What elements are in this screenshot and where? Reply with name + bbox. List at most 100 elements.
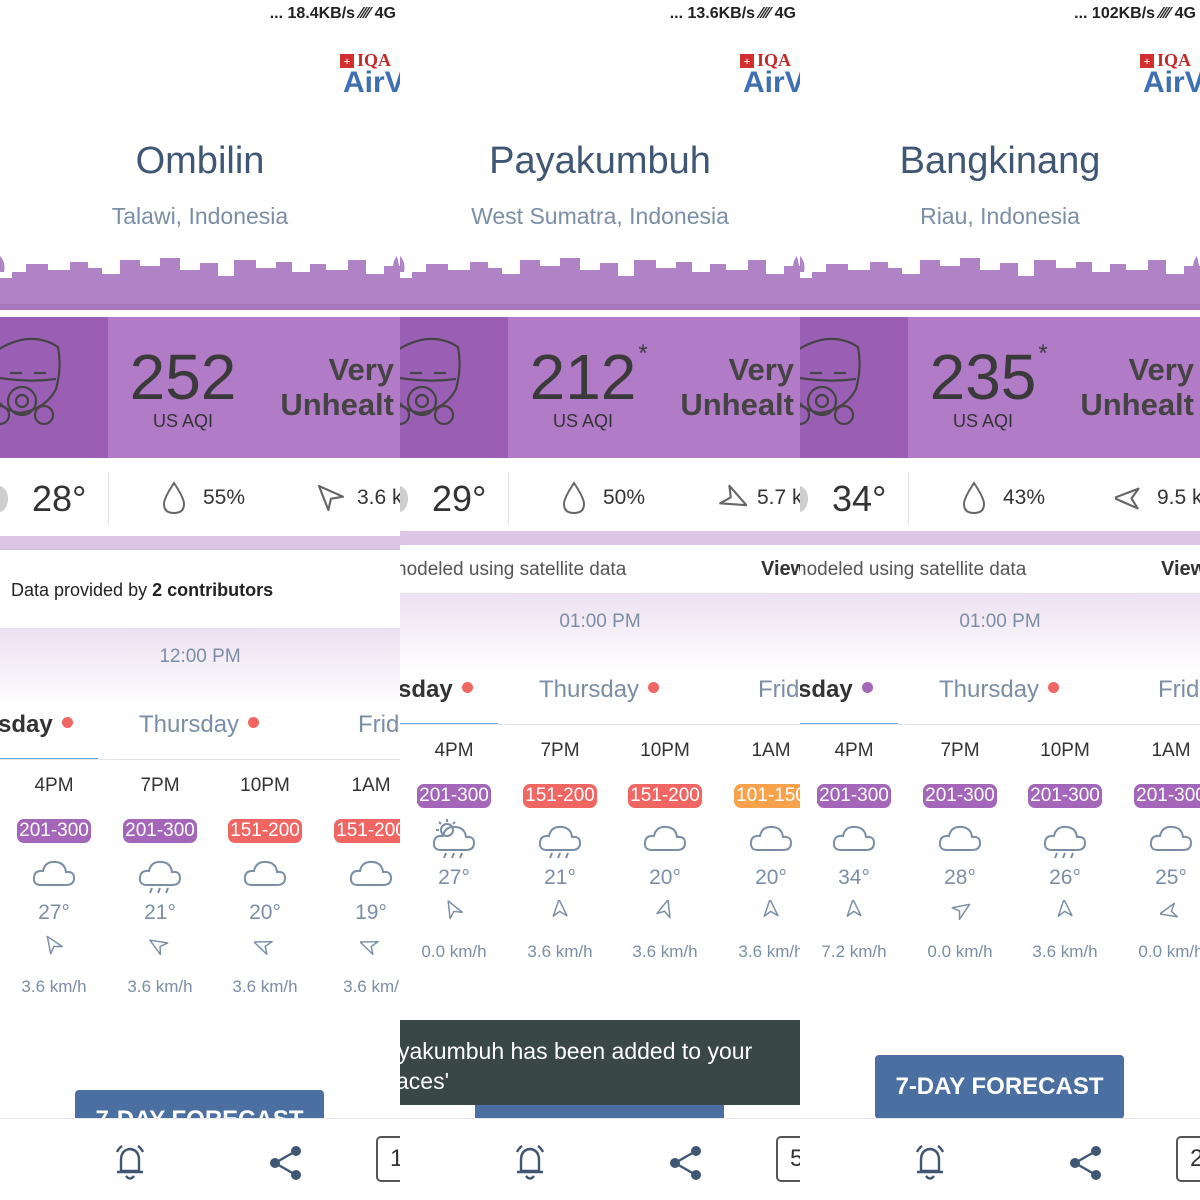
view-link[interactable]: View [1161,558,1200,581]
aqi-range-wrap: 201-300 [910,770,1010,808]
humidity-icon [560,480,588,521]
hour-temperature: 21° [144,901,176,924]
tabs-baseline [400,724,800,725]
day-tab[interactable]: Frid [358,711,399,739]
day-tab[interactable]: Thursday [939,676,1060,704]
hourly-forecast-item: 1AM 201-300 25° 0.0 km/h [1121,740,1200,962]
day-tab-label: Frid [1158,676,1200,703]
hour-temperature: 27° [438,866,470,889]
brand-line2: AirV [1143,66,1200,99]
share-icon[interactable] [667,1144,705,1187]
section-divider [0,536,400,550]
iqair-logo[interactable]: + IQA AirV [1140,48,1200,104]
skyline-graphic [0,248,400,310]
network-speed: ... 18.4KB/s [269,5,356,22]
humidity-value: 55% [203,486,246,509]
hour-label: 1AM [351,775,391,796]
day-aqi-dot [61,717,73,728]
bell-icon[interactable] [512,1143,548,1188]
status-bar: ... 13.6KB/s ∕∕∕∕ 4G [400,0,800,30]
share-icon[interactable] [267,1144,305,1187]
sun-rain-icon [404,816,504,866]
bell-icon[interactable] [112,1143,148,1188]
wind-arrow-icon [215,935,315,977]
aqi-status-line2: Unhealt [680,387,794,422]
day-tab-label: Thursday [139,711,240,738]
hour-temperature: 20° [755,866,787,889]
section-divider [400,531,800,545]
wind-arrow-icon [1015,898,1115,942]
aqi-range-badge: 151-200 [228,819,302,843]
bell-icon[interactable] [912,1143,948,1188]
places-count-button[interactable]: 2 [1176,1136,1200,1182]
wind-arrow-icon [804,898,904,942]
hour-wind-speed: 3.6 km/h [632,942,698,961]
aqi-range-badge: 151-200 [523,784,597,808]
day-tab[interactable]: sday [800,676,873,704]
update-time: 12:00 PM [159,646,241,667]
cloud-icon [321,851,400,901]
humidity-icon [160,480,188,521]
weather-row: 34° 43% 9.5 k [800,462,1200,534]
places-count-button[interactable]: 5 [776,1136,800,1182]
hour-label: 4PM [834,740,874,761]
aqi-status-line1: Very [328,352,394,387]
hour-wind-speed: 0.0 km/h [1138,942,1200,961]
day-tabs: sday Thursday Frid [400,676,800,725]
iqair-logo[interactable]: + IQA AirV [340,48,400,104]
day-tab-label: Thursday [539,676,640,703]
hour-label: 7PM [140,775,180,796]
hourly-forecast-item: 4PM 201-300 34° 7.2 km/h [804,740,904,962]
update-time: 01:00 PM [959,611,1041,632]
weather-row: 29° 50% 5.7 k [400,462,800,534]
wind-arrow-icon [910,900,1010,942]
weather-icon [400,486,408,512]
aqi-range-wrap: 201-300 [110,805,210,843]
iqair-logo[interactable]: + IQA AirV [740,48,800,104]
day-tab[interactable]: Thursday [539,676,660,704]
day-tab[interactable]: sday [0,711,73,739]
contributors-card[interactable]: Data provided by 2 contributors [0,550,400,628]
signal-icon: ∕∕∕∕ [1155,5,1175,22]
bottom-toolbar: 1 [0,1118,400,1200]
hour-temperature: 20° [649,866,681,889]
aqi-range-wrap: 201-300 [1015,770,1115,808]
day-tab[interactable]: Thursday [139,711,260,739]
day-tab[interactable]: Frid [758,676,799,704]
hourly-forecast-item: 7PM 201-300 21° 3.6 km/h [110,775,210,997]
day-tab[interactable]: Frid [1158,676,1199,704]
bottom-toolbar: 2 [800,1118,1200,1200]
status-bar: ... 102KB/s ∕∕∕∕ 4G [800,0,1200,30]
share-icon[interactable] [1067,1144,1105,1187]
wind-speed-value: 9.5 k [1157,486,1200,509]
current-temperature: 29° [432,478,487,519]
divider [508,472,509,524]
toast-line1: yakumbuh has been added to your [400,1038,753,1064]
humidity-value: 43% [1003,486,1046,509]
aqi-status-line1: Very [728,352,794,387]
hourly-forecast-item: 4PM 201-300 27° 0.0 km/h [404,740,504,962]
wind-arrow-icon [4,935,104,977]
aqi-range-wrap: 201-300 [404,770,504,808]
rain-cloud-icon [110,851,210,901]
hour-temperature: 27° [38,901,70,924]
day-tab[interactable]: sday [400,676,473,704]
aqi-status-line1: Very [1128,352,1194,387]
hourly-forecast-item: 7PM 151-200 21° 3.6 km/h [510,740,610,962]
aqi-range-wrap: 201-300 [804,770,904,808]
skyline-graphic [400,248,800,310]
aqi-range-wrap: 201-300 [4,805,104,843]
hour-wind-speed: 3.6 km/h [21,977,87,996]
aqi-status-line2: Unhealt [1080,387,1194,422]
day-tab-label: Frid [758,676,800,703]
status-bar-text: ... 102KB/s ∕∕∕∕ 4G [1074,5,1196,23]
places-count-button[interactable]: 1 [376,1136,400,1182]
hour-temperature: 21° [544,866,576,889]
wind-speed-value: 3.6 k [357,486,400,509]
day-tab-label: sday [0,711,53,738]
view-link[interactable]: View [761,558,800,581]
day-aqi-dot [248,717,260,728]
seven-day-forecast-button[interactable]: 7-DAY FORECAST [875,1055,1124,1119]
wind-arrow-icon [1121,900,1200,942]
panel-payakumbuh: ... 13.6KB/s ∕∕∕∕ 4G + IQA AirV Payakumbuh We… [400,0,800,1200]
